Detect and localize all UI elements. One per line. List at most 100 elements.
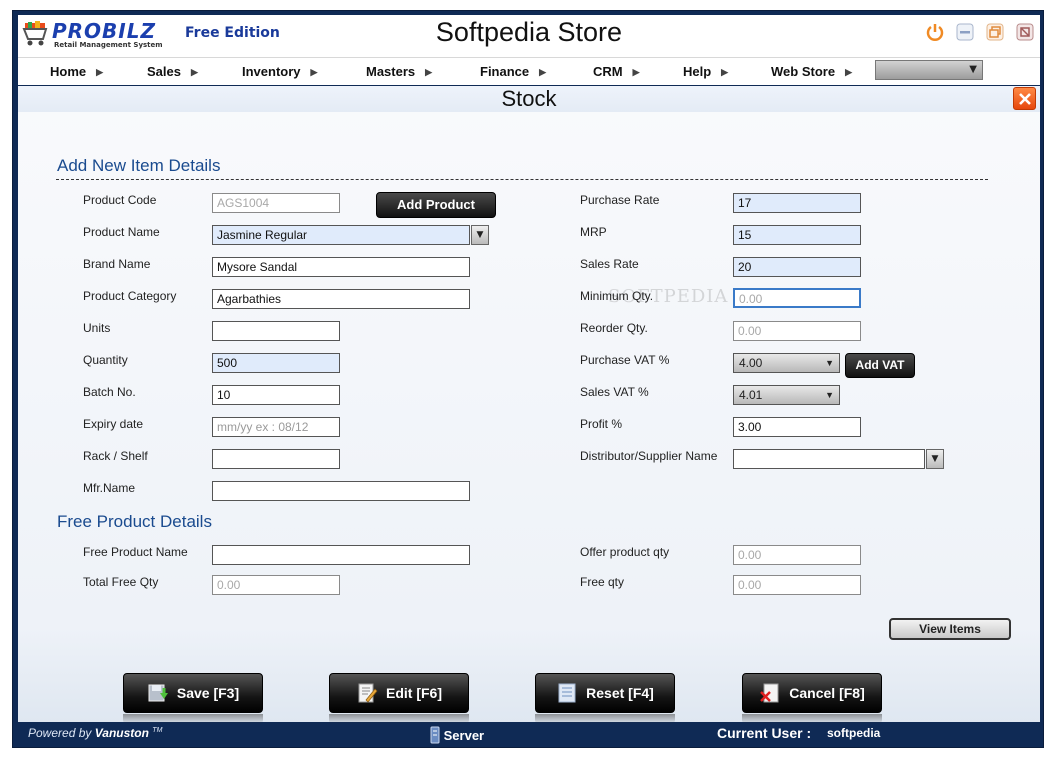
offer-product-qty-field[interactable]: 0.00 <box>733 545 861 565</box>
minimum-qty-field[interactable]: 0.00 <box>733 288 861 308</box>
sales-vat-label: Sales VAT % <box>580 385 649 399</box>
batch-no-field[interactable]: 10 <box>212 385 340 405</box>
mfr-name-field[interactable] <box>212 481 470 501</box>
cancel-button[interactable]: Cancel [F8] <box>742 673 882 713</box>
expiry-date-label: Expiry date <box>83 417 144 431</box>
save-button[interactable]: Save [F3] <box>123 673 263 713</box>
add-vat-button[interactable]: Add VAT <box>845 353 915 378</box>
product-name-label: Product Name <box>83 225 160 239</box>
menu-dropdown[interactable]: ▼ <box>875 60 983 80</box>
app-window: PROBILZ Retail Management System Free Ed… <box>12 10 1044 748</box>
menu-crm[interactable]: CRM ▶ <box>593 64 640 79</box>
units-field[interactable] <box>212 321 340 341</box>
rack-shelf-label: Rack / Shelf <box>83 449 148 463</box>
total-free-qty-field[interactable]: 0.00 <box>212 575 340 595</box>
reset-icon <box>558 683 576 703</box>
chevron-down-icon: ▼ <box>825 358 834 368</box>
mrp-field[interactable]: 15 <box>733 225 861 245</box>
close-window-icon[interactable] <box>1014 21 1036 43</box>
menu-masters[interactable]: Masters ▶ <box>366 64 432 79</box>
save-icon <box>148 684 168 702</box>
minimize-icon[interactable] <box>954 21 976 43</box>
product-category-field[interactable]: Agarbathies <box>212 289 470 309</box>
product-code-label: Product Code <box>83 193 157 207</box>
quantity-label: Quantity <box>83 353 128 367</box>
sales-rate-field[interactable]: 20 <box>733 257 861 277</box>
view-items-button[interactable]: View Items <box>889 618 1011 640</box>
rack-shelf-field[interactable] <box>212 449 340 469</box>
purchase-vat-label: Purchase VAT % <box>580 353 670 367</box>
mrp-label: MRP <box>580 225 607 239</box>
offer-product-qty-label: Offer product qty <box>580 545 670 559</box>
distributor-label: Distributor/Supplier Name <box>580 449 718 463</box>
vendor-name: Vanuston <box>94 726 149 740</box>
edit-button[interactable]: Edit [F6] <box>329 673 469 713</box>
menu-finance[interactable]: Finance ▶ <box>480 64 546 79</box>
status-bar: Powered by Vanuston TM Server Current Us… <box>18 723 1040 745</box>
trademark: TM <box>152 727 163 734</box>
product-category-label: Product Category <box>83 289 177 303</box>
stock-panel: Stock SOFTPEDIA Add New Item Details Pro… <box>18 86 1040 724</box>
chevron-down-icon: ▼ <box>969 64 977 75</box>
free-product-name-label: Free Product Name <box>83 545 188 559</box>
main-menu-bar: Home ▶ Sales ▶ Inventory ▶ Masters ▶ Finance… <box>18 57 1040 85</box>
product-name-dropdown-button[interactable]: ▼ <box>471 225 489 245</box>
power-icon[interactable] <box>924 21 946 43</box>
menu-sales[interactable]: Sales ▶ <box>147 64 198 79</box>
purchase-rate-field[interactable]: 17 <box>733 193 861 213</box>
units-label: Units <box>83 321 111 335</box>
page-title: Stock <box>18 86 1040 112</box>
reset-button[interactable]: Reset [F4] <box>535 673 675 713</box>
purchase-rate-label: Purchase Rate <box>580 193 660 207</box>
minimum-qty-label: Minimum Qty. <box>580 289 654 303</box>
free-product-section-title: Free Product Details <box>57 512 212 531</box>
free-qty-field[interactable]: 0.00 <box>733 575 861 595</box>
edit-label: Edit [F6] <box>386 685 442 701</box>
product-name-field[interactable]: Jasmine Regular <box>212 225 470 245</box>
edit-icon <box>358 683 378 703</box>
reset-label: Reset [F4] <box>586 685 654 701</box>
title-bar: PROBILZ Retail Management System Free Ed… <box>18 15 1040 57</box>
batch-no-label: Batch No. <box>83 385 136 399</box>
server-icon <box>430 726 440 744</box>
profit-label: Profit % <box>580 417 623 431</box>
quantity-field[interactable]: 500 <box>212 353 340 373</box>
add-product-button[interactable]: Add Product <box>376 192 496 218</box>
save-label: Save [F3] <box>176 685 240 701</box>
chevron-down-icon: ▼ <box>476 230 484 240</box>
server-status: Server <box>430 726 484 744</box>
cancel-icon <box>760 683 779 703</box>
window-controls <box>924 21 1036 43</box>
free-qty-label: Free qty <box>580 575 625 589</box>
menu-help[interactable]: Help ▶ <box>683 64 728 79</box>
add-item-section-title: Add New Item Details <box>57 156 221 175</box>
brand-name-field[interactable]: Mysore Sandal <box>212 257 470 277</box>
store-title: Softpedia Store <box>435 17 623 47</box>
section-divider <box>56 179 988 180</box>
chevron-down-icon: ▼ <box>825 390 834 400</box>
profit-field[interactable]: 3.00 <box>733 417 861 437</box>
menu-web-store[interactable]: Web Store ▶ <box>771 64 852 79</box>
sales-vat-select[interactable]: 4.01 ▼ <box>733 385 840 405</box>
menu-home[interactable]: Home ▶ <box>50 64 103 79</box>
free-product-name-field[interactable] <box>212 545 470 565</box>
restore-icon[interactable] <box>984 21 1006 43</box>
sales-rate-label: Sales Rate <box>580 257 639 271</box>
current-user-value: softpedia <box>827 726 881 740</box>
reorder-qty-label: Reorder Qty. <box>580 321 648 335</box>
powered-by: Powered by Vanuston TM <box>28 726 163 740</box>
total-free-qty-label: Total Free Qty <box>83 575 159 589</box>
distributor-field[interactable] <box>733 449 925 469</box>
reorder-qty-field[interactable]: 0.00 <box>733 321 861 341</box>
product-code-field: AGS1004 <box>212 193 340 213</box>
current-user-label: Current User : <box>717 725 812 741</box>
menu-inventory[interactable]: Inventory ▶ <box>242 64 317 79</box>
brand-name-label: Brand Name <box>83 257 151 271</box>
expiry-date-field[interactable]: mm/yy ex : 08/12 <box>212 417 340 437</box>
distributor-dropdown-button[interactable]: ▼ <box>926 449 944 469</box>
mfr-name-label: Mfr.Name <box>83 481 136 495</box>
close-panel-icon[interactable] <box>1013 87 1036 110</box>
chevron-down-icon: ▼ <box>931 454 939 464</box>
purchase-vat-select[interactable]: 4.00 ▼ <box>733 353 840 373</box>
cancel-label: Cancel [F8] <box>789 685 865 701</box>
